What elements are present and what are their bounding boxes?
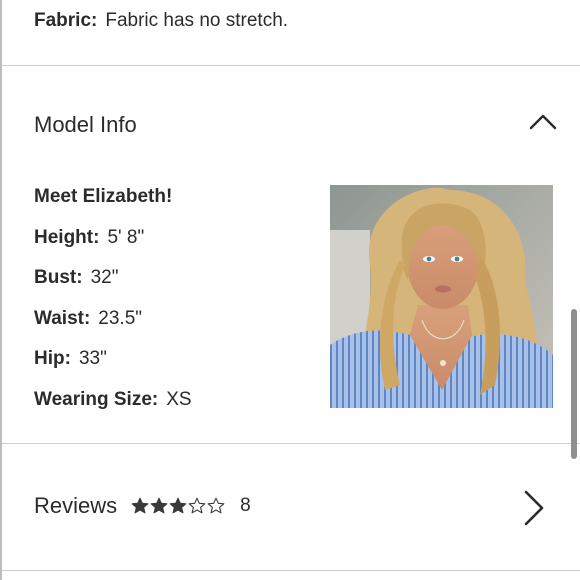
bust-value: 32" bbox=[90, 267, 119, 288]
model-bust: Bust: 32" bbox=[34, 264, 192, 305]
waist-label: Waist: bbox=[34, 307, 91, 329]
waist-value: 23.5" bbox=[98, 307, 143, 329]
model-height: Height: 5' 8" bbox=[34, 224, 192, 265]
model-photo bbox=[330, 185, 553, 408]
star-empty-icon bbox=[188, 497, 206, 514]
model-info-title[interactable]: Model Info bbox=[34, 111, 137, 139]
fabric-row: Fabric: Fabric has no stretch. bbox=[34, 9, 288, 33]
rating-stars bbox=[131, 497, 226, 515]
model-intro: Meet Elizabeth! bbox=[34, 186, 173, 207]
height-label: Height: bbox=[34, 226, 100, 248]
bust-label: Bust: bbox=[34, 267, 83, 288]
scrollbar[interactable] bbox=[571, 309, 577, 459]
star-empty-icon bbox=[207, 497, 225, 514]
divider bbox=[2, 443, 580, 444]
star-filled-icon bbox=[150, 497, 168, 514]
divider bbox=[2, 65, 580, 66]
model-wearing-size: Wearing Size: XS bbox=[34, 386, 192, 427]
model-hip: Hip: 33" bbox=[34, 345, 192, 386]
wearing-size-label: Wearing Size: bbox=[34, 388, 159, 410]
fabric-value: Fabric has no stretch. bbox=[105, 10, 289, 31]
hip-value: 33" bbox=[78, 348, 107, 369]
divider bbox=[2, 570, 580, 571]
chevron-up-icon[interactable] bbox=[528, 112, 558, 132]
chevron-right-icon[interactable] bbox=[521, 488, 547, 528]
review-count: 8 bbox=[240, 495, 251, 516]
star-filled-icon bbox=[169, 497, 187, 514]
wearing-size-value: XS bbox=[166, 388, 192, 410]
fabric-label: Fabric: bbox=[34, 10, 98, 31]
reviews-title[interactable]: Reviews bbox=[34, 492, 117, 520]
reviews-row[interactable]: Reviews 8 bbox=[34, 491, 251, 521]
model-waist: Waist: 23.5" bbox=[34, 305, 192, 346]
hip-label: Hip: bbox=[34, 348, 71, 369]
height-value: 5' 8" bbox=[107, 226, 145, 248]
star-filled-icon bbox=[131, 497, 149, 514]
model-measurements: Meet Elizabeth! Height: 5' 8" Bust: 32" Wa… bbox=[34, 183, 192, 426]
product-details-panel: Fabric: Fabric has no stretch. Model Info… bbox=[0, 0, 580, 580]
